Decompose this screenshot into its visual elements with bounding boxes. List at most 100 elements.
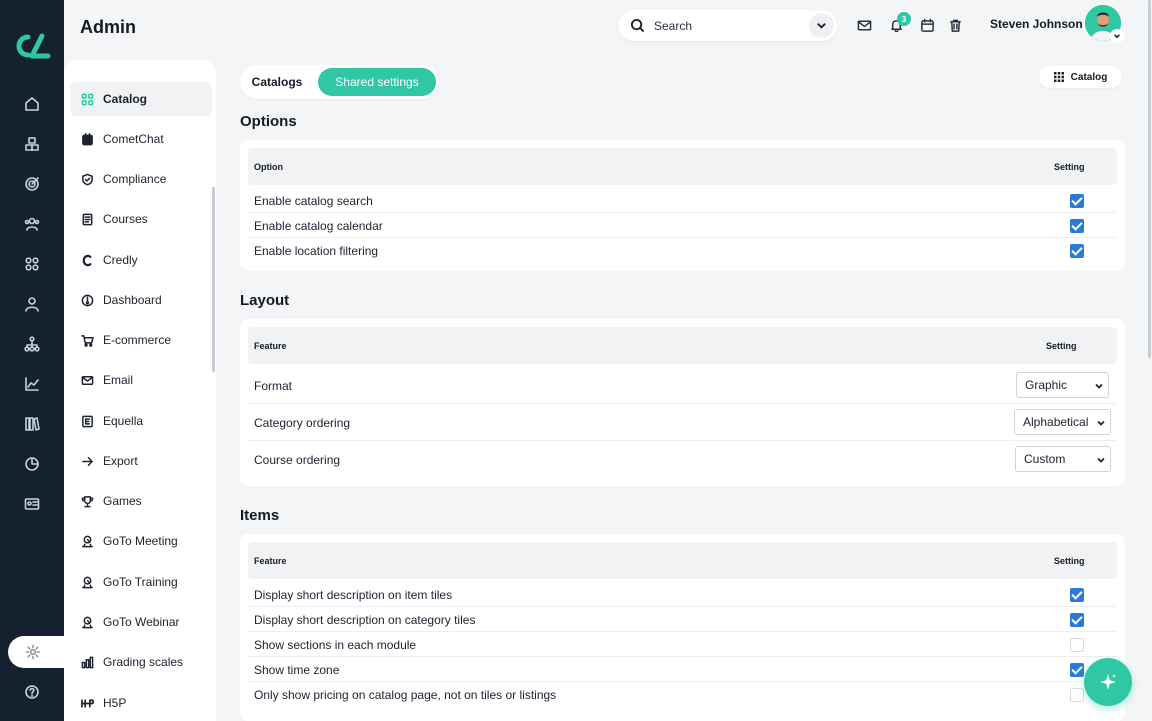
- column-header-setting: Setting: [1054, 556, 1085, 566]
- checkbox-show-time-zone[interactable]: [1070, 663, 1084, 677]
- sidebar-item-label: Export: [103, 454, 138, 468]
- home-icon[interactable]: [20, 92, 44, 116]
- checkbox-enable-location-filtering[interactable]: [1070, 244, 1084, 258]
- sidebar-item-label: Catalog: [103, 92, 148, 106]
- table-row: Enable catalog search: [248, 188, 1117, 213]
- section-title-layout: Layout: [240, 292, 290, 309]
- search-bar[interactable]: [618, 10, 837, 41]
- settings-tabs: Catalogs Shared settings: [240, 65, 439, 99]
- sidebar-item-ecommerce[interactable]: E-commerce: [70, 323, 212, 357]
- checkbox-enable-catalog-calendar[interactable]: [1070, 219, 1084, 233]
- sidebar-item-equella[interactable]: Equella: [70, 404, 212, 438]
- tab-shared-settings[interactable]: Shared settings: [318, 68, 436, 96]
- select-value: Graphic: [1025, 378, 1068, 392]
- items-table-header: Feature Setting: [248, 542, 1117, 579]
- ai-assistant-button[interactable]: [1084, 658, 1132, 706]
- select-value: Alphabetical: [1023, 415, 1089, 429]
- table-row: Enable location filtering: [248, 238, 1117, 263]
- sidebar-item-label: CometChat: [103, 132, 164, 146]
- sidebar-item-goto-webinar[interactable]: GoTo Webinar: [70, 605, 212, 639]
- sidebar-item-goto-training[interactable]: GoTo Training: [70, 565, 212, 599]
- column-header-feature: Feature: [254, 556, 287, 566]
- column-header-setting: Setting: [1046, 341, 1077, 351]
- table-row: Category ordering Alphabetical: [248, 404, 1117, 441]
- table-row: Display short description on category ti…: [248, 607, 1117, 632]
- sidebar-item-games[interactable]: Games: [70, 484, 212, 518]
- row-label: Enable location filtering: [254, 244, 379, 258]
- catalog-button[interactable]: Catalog: [1039, 66, 1122, 88]
- format-select[interactable]: Graphic: [1016, 372, 1109, 398]
- row-label: Show sections in each module: [254, 638, 417, 652]
- app-logo[interactable]: [12, 32, 52, 60]
- sidebar-item-label: E-commerce: [103, 333, 172, 347]
- calendar-icon[interactable]: [919, 17, 936, 34]
- page-scrollbar[interactable]: [1148, 0, 1151, 358]
- sidebar-item-credly[interactable]: Credly: [70, 243, 212, 277]
- settings-icon[interactable]: [21, 640, 45, 664]
- table-row: Show sections in each module: [248, 632, 1117, 657]
- cubes-icon[interactable]: [20, 132, 44, 156]
- chart-line-icon[interactable]: [20, 372, 44, 396]
- row-label: Enable catalog calendar: [254, 219, 383, 233]
- table-row: Show time zone: [248, 657, 1117, 682]
- checkbox-enable-catalog-search[interactable]: [1070, 194, 1084, 208]
- sidebar-item-catalog[interactable]: Catalog: [70, 82, 212, 116]
- user-name[interactable]: Steven Johnson: [990, 17, 1083, 31]
- items-card: Feature Setting Display short descriptio…: [240, 534, 1125, 721]
- sidebar-item-grading-scales[interactable]: Grading scales: [70, 645, 212, 679]
- credly-icon: [80, 253, 94, 267]
- trash-icon[interactable]: [947, 17, 964, 34]
- row-label: Enable catalog search: [254, 194, 373, 208]
- sidebar-item-label: Dashboard: [103, 293, 162, 307]
- table-row: Format Graphic: [248, 367, 1117, 404]
- apps-icon[interactable]: [20, 252, 44, 276]
- sidebar-item-compliance[interactable]: Compliance: [70, 162, 212, 196]
- tab-catalogs[interactable]: Catalogs: [243, 68, 311, 96]
- document-icon: [80, 212, 94, 226]
- sidebar-item-export[interactable]: Export: [70, 444, 212, 478]
- checkbox-pricing-catalog-page-only[interactable]: [1070, 688, 1084, 702]
- notification-badge: 3: [897, 12, 911, 26]
- sidebar-item-email[interactable]: Email: [70, 363, 212, 397]
- sidebar-item-label: Courses: [103, 212, 148, 226]
- table-row: Enable catalog calendar: [248, 213, 1117, 238]
- shield-icon: [80, 172, 94, 186]
- chevron-down-icon: [1114, 34, 1120, 39]
- sidebar-item-dashboard[interactable]: Dashboard: [70, 283, 212, 317]
- sidebar-item-courses[interactable]: Courses: [70, 202, 212, 236]
- sidebar-item-label: Email: [103, 373, 134, 387]
- column-header-feature: Feature: [254, 341, 287, 351]
- sidebar-item-goto-meeting[interactable]: GoTo Meeting: [70, 524, 212, 558]
- sidebar-item-label: Credly: [103, 253, 138, 267]
- course-ordering-select[interactable]: Custom: [1015, 446, 1111, 472]
- checkbox-short-description-category-tiles[interactable]: [1070, 613, 1084, 627]
- search-input[interactable]: [654, 16, 804, 36]
- options-card: Option Setting Enable catalog search Ena…: [240, 140, 1125, 271]
- sidebar-item-label: Grading scales: [103, 655, 184, 669]
- library-icon[interactable]: [20, 412, 44, 436]
- help-icon[interactable]: [20, 680, 44, 704]
- id-card-icon[interactable]: [20, 492, 44, 516]
- sidebar-item-label: H5P: [103, 696, 127, 710]
- search-icon: [630, 18, 645, 33]
- checkbox-short-description-item-tiles[interactable]: [1070, 588, 1084, 602]
- user-icon[interactable]: [20, 292, 44, 316]
- users-icon[interactable]: [20, 212, 44, 236]
- settings-nav-active[interactable]: [8, 636, 68, 668]
- sidebar-item-label: GoTo Webinar: [103, 615, 180, 629]
- sidebar-scrollbar[interactable]: [212, 187, 215, 372]
- category-ordering-select[interactable]: Alphabetical: [1014, 409, 1111, 435]
- checkbox-show-sections[interactable]: [1070, 638, 1084, 652]
- search-dropdown-button[interactable]: [809, 13, 834, 38]
- mail-icon[interactable]: [856, 17, 873, 34]
- sparkle-icon: [1100, 674, 1116, 690]
- sidebar-item-label: Compliance: [103, 172, 167, 186]
- hierarchy-icon[interactable]: [20, 332, 44, 356]
- pie-chart-icon[interactable]: [20, 452, 44, 476]
- target-icon[interactable]: [20, 172, 44, 196]
- chat-icon: [80, 132, 94, 146]
- user-menu-chevron[interactable]: [1110, 29, 1124, 43]
- bars-icon: [80, 655, 94, 669]
- sidebar-item-cometchat[interactable]: CometChat: [70, 122, 212, 156]
- sidebar-item-h5p[interactable]: H5P: [70, 686, 212, 720]
